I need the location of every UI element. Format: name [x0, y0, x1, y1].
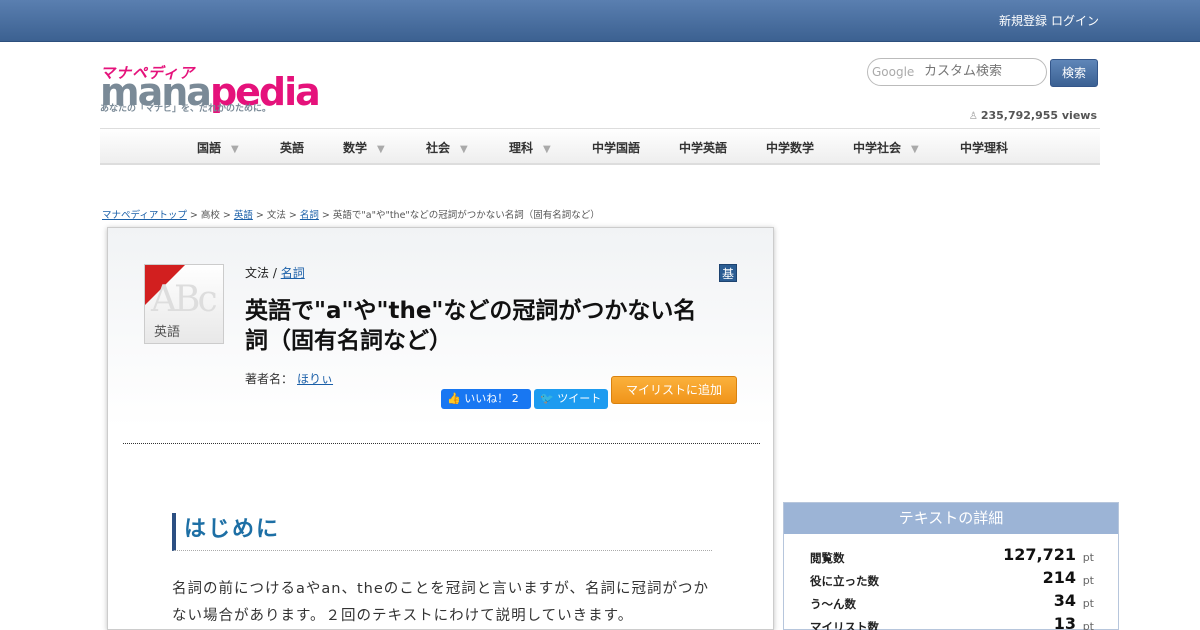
- search-button[interactable]: 検索: [1050, 59, 1098, 87]
- breadcrumb-current: 英語で"a"や"the"などの冠詞がつかない名詞（固有名詞など）: [332, 210, 600, 221]
- author-line: 著者名： ほりぃ: [245, 372, 334, 386]
- nav-item-chugaku-shakai[interactable]: 中学社会 ▼: [853, 139, 919, 156]
- section-heading: はじめに: [172, 513, 712, 551]
- nav-item-kokugo[interactable]: 国語 ▼: [197, 139, 239, 156]
- dropdown-arrow-icon: ▼: [543, 144, 551, 155]
- facebook-like-button[interactable]: 👍 いいね！ 2: [441, 389, 531, 409]
- article-category: 文法 / 名詞: [245, 266, 305, 280]
- search-box[interactable]: Google: [867, 58, 1047, 86]
- breadcrumb: マナペディアトップ > 高校 > 英語 > 文法 > 名詞 > 英語で"a"や"…: [102, 210, 600, 221]
- article-card: ABc 英語 文法 / 名詞 基 英語で"a"や"the"などの冠詞がつかない名…: [107, 227, 774, 630]
- logo-tagline: あなたの「マナビ」を、だれかのために。: [100, 104, 272, 114]
- views-count: ♙ 235,792,955 views: [968, 109, 1097, 122]
- breadcrumb-level2[interactable]: 英語: [234, 210, 253, 221]
- dropdown-arrow-icon: ▼: [377, 144, 385, 155]
- breadcrumb-level1: 高校: [200, 210, 220, 221]
- breadcrumb-level4[interactable]: 名詞: [300, 210, 319, 221]
- dropdown-arrow-icon: ▼: [911, 144, 919, 155]
- level-badge: 基: [719, 264, 737, 282]
- nav-item-chugaku-sugaku[interactable]: 中学数学: [766, 139, 814, 156]
- divider: [123, 443, 760, 444]
- dropdown-arrow-icon: ▼: [231, 144, 239, 155]
- author-link[interactable]: ほりぃ: [297, 372, 333, 386]
- nav-item-rika[interactable]: 理科 ▼: [509, 139, 551, 156]
- login-link[interactable]: ログイン: [1051, 14, 1099, 28]
- detail-row: う〜ん数 34 pt: [810, 591, 1094, 611]
- twitter-bird-icon: 🐦: [540, 392, 558, 405]
- subject-thumbnail: ABc 英語: [144, 264, 224, 344]
- main-nav: 国語 ▼ 英語 数学 ▼ 社会 ▼ 理科 ▼ 中学国語 中学英語 中学数学 中学社会 ▼ …: [100, 128, 1100, 165]
- person-icon: ♙: [968, 111, 978, 122]
- search-input[interactable]: [924, 64, 1034, 79]
- details-title: テキストの詳細: [784, 503, 1118, 534]
- site-logo[interactable]: マナペディア manapedia あなたの「マナビ」を、だれかのために。: [100, 62, 321, 116]
- thumb-label: 英語: [154, 325, 181, 340]
- google-label: Google: [872, 65, 915, 79]
- article-title: 英語で"a"や"the"などの冠詞がつかない名詞（固有名詞など）: [245, 298, 697, 354]
- nav-item-chugaku-eigo[interactable]: 中学英語: [679, 139, 727, 156]
- breadcrumb-level3: 文法: [266, 210, 286, 221]
- auth-links: 新規登録 ログイン: [995, 12, 1099, 29]
- dropdown-arrow-icon: ▼: [460, 144, 468, 155]
- tweet-button[interactable]: 🐦 ツイート: [534, 389, 608, 409]
- signup-link[interactable]: 新規登録: [999, 14, 1047, 28]
- top-bar: 新規登録 ログイン: [0, 0, 1200, 42]
- nav-item-eigo[interactable]: 英語: [280, 139, 304, 156]
- subcategory-link[interactable]: 名詞: [281, 266, 305, 280]
- article-body: 名詞の前につけるaやan、theのことを冠詞と言いますが、名詞に冠詞がつかない場…: [172, 581, 709, 624]
- nav-item-chugaku-rika[interactable]: 中学理科: [960, 139, 1008, 156]
- text-details-panel: テキストの詳細 閲覧数 127,721 pt 役に立った数 214 pt う〜ん数 34 p…: [783, 502, 1119, 630]
- nav-item-chugaku-kokugo[interactable]: 中学国語: [592, 139, 640, 156]
- thumbs-up-icon: 👍: [447, 392, 465, 405]
- nav-item-shakai[interactable]: 社会 ▼: [426, 139, 468, 156]
- nav-item-sugaku[interactable]: 数学 ▼: [343, 139, 385, 156]
- breadcrumb-top[interactable]: マナペディアトップ: [102, 210, 187, 221]
- detail-row: 閲覧数 127,721 pt: [810, 545, 1094, 565]
- detail-row: 役に立った数 214 pt: [810, 568, 1094, 588]
- detail-row: マイリスト数 13 pt: [810, 614, 1094, 630]
- add-to-mylist-button[interactable]: マイリストに追加: [611, 376, 737, 404]
- thumb-text: ABc: [151, 279, 218, 320]
